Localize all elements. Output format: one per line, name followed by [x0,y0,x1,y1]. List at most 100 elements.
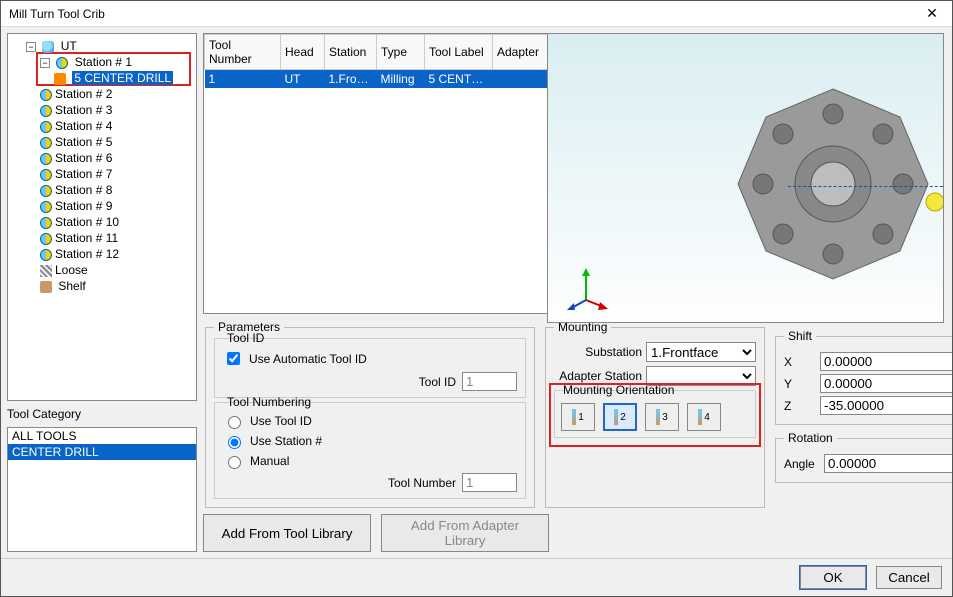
station-icon [56,57,68,69]
orientation-icon [698,409,702,425]
manual-label: Manual [250,454,289,468]
collapse-icon[interactable]: − [40,58,50,68]
station-icon [40,217,52,229]
station-icon [40,201,52,213]
tree-root-label: UT [61,39,77,53]
mid-bottom-row: Parameters Tool ID Use Automatic Tool ID… [203,320,767,508]
tree-station-4[interactable]: Station # 4 [40,118,192,134]
dialog-footer: OK Cancel [1,558,952,596]
list-item[interactable]: ALL TOOLS [8,428,196,444]
collapse-icon[interactable]: − [26,42,36,52]
shift-group: Shift X Y Z [775,329,952,425]
ok-button[interactable]: OK [800,566,866,589]
tree-label: Station # 8 [55,183,112,197]
close-icon: ✕ [926,5,938,22]
cancel-button[interactable]: Cancel [876,566,942,589]
use-tool-id-label: Use Tool ID [250,414,312,428]
substation-select[interactable]: 1.Frontface [646,342,756,362]
tool-id-field[interactable] [462,372,517,391]
tree-station-6[interactable]: Station # 6 [40,150,192,166]
tree-station-12[interactable]: Station # 12 [40,246,192,262]
tree-station-11[interactable]: Station # 11 [40,230,192,246]
parameters-group: Parameters Tool ID Use Automatic Tool ID… [205,320,535,508]
shelf-icon [40,281,52,293]
rotation-group: Rotation Angle [775,431,952,483]
cell: 1 [205,70,281,89]
station-icon [40,233,52,245]
orientation-4-button[interactable]: 4 [687,403,721,431]
tree-label: Station # 11 [55,231,118,245]
tool-category-list[interactable]: ALL TOOLS CENTER DRILL [7,427,197,552]
orientation-2-button[interactable]: 2 [603,403,637,431]
tree-tool-5-center-drill[interactable]: 5 CENTER DRILL [54,70,192,86]
tool-numbering-legend: Tool Numbering [227,395,517,409]
tool-id-group: Tool ID Use Automatic Tool ID Tool ID [214,338,526,398]
coordinate-triad-icon [564,266,608,310]
col-station[interactable]: Station [325,35,377,70]
use-station-label: Use Station # [250,434,322,448]
add-from-tool-library-button[interactable]: Add From Tool Library [203,514,371,552]
tree-label: Station # 2 [55,87,112,101]
tool-category-label: Tool Category [7,407,197,421]
orientation-icon [614,409,618,425]
cell: UT [281,70,325,89]
cell: Milling [377,70,425,89]
shift-z-field[interactable] [820,396,952,415]
tree-label: Station # 12 [55,247,119,261]
shift-legend: Shift [784,329,816,343]
orientation-icon [656,409,660,425]
station-icon [40,185,52,197]
tool-number-label: Tool Number [388,476,456,490]
station-icon [40,153,52,165]
turret-icon [42,41,54,53]
turret-model [703,54,944,314]
tree-loose[interactable]: Loose [40,262,192,278]
tool-tree[interactable]: − UT − Station # 1 5 [7,33,197,401]
col-type[interactable]: Type [377,35,425,70]
library-buttons-row: Add From Tool Library Add From Adapter L… [203,514,767,552]
use-station-radio[interactable] [228,436,241,449]
left-column: − UT − Station # 1 5 [7,33,197,552]
tree-station-5[interactable]: Station # 5 [40,134,192,150]
titlebar: Mill Turn Tool Crib ✕ [1,1,952,27]
tree-root-ut[interactable]: − UT − Station # 1 5 [26,38,192,278]
tree-station-7[interactable]: Station # 7 [40,166,192,182]
col-tool-number[interactable]: Tool Number [205,35,281,70]
rotation-legend: Rotation [784,431,837,445]
use-tool-id-radio[interactable] [228,416,241,429]
shift-z-label: Z [784,399,814,413]
angle-field[interactable] [824,454,952,473]
mounting-group: Mounting Substation 1.Frontface Adapter … [545,320,765,508]
shift-x-field[interactable] [820,352,952,371]
tree-shelf[interactable]: Shelf [40,278,192,294]
list-item[interactable]: CENTER DRILL [8,444,196,460]
tool-numbering-group: Tool Numbering Use Tool ID Use Station #… [214,402,526,499]
use-automatic-tool-id-checkbox[interactable] [227,352,240,365]
shift-y-field[interactable] [820,374,952,393]
tree-tool-label: 5 CENTER DRILL [72,71,173,85]
tree-station-1[interactable]: − Station # 1 5 CENTER DRILL [40,54,192,86]
tree-station-3[interactable]: Station # 3 [40,102,192,118]
cell: 1.Fro… [325,70,377,89]
tool-number-field[interactable] [462,473,517,492]
col-head[interactable]: Head [281,35,325,70]
angle-label: Angle [784,457,818,471]
shift-y-label: Y [784,377,814,391]
station-icon [40,137,52,149]
tree-label: Station # 4 [55,119,112,133]
loose-icon [40,265,52,277]
orientation-1-button[interactable]: 1 [561,403,595,431]
orientation-3-button[interactable]: 3 [645,403,679,431]
col-tool-label[interactable]: Tool Label [425,35,493,70]
tree-label: Station # 10 [55,215,119,229]
add-from-adapter-library-button[interactable]: Add From Adapter Library [381,514,549,552]
close-button[interactable]: ✕ [912,1,952,27]
tree-station-9[interactable]: Station # 9 [40,198,192,214]
tree-station-8[interactable]: Station # 8 [40,182,192,198]
manual-radio[interactable] [228,456,241,469]
3d-viewport[interactable] [547,33,944,323]
station-icon [40,169,52,181]
tree-station-10[interactable]: Station # 10 [40,214,192,230]
tree-station-2[interactable]: Station # 2 [40,86,192,102]
station-icon [40,249,52,261]
